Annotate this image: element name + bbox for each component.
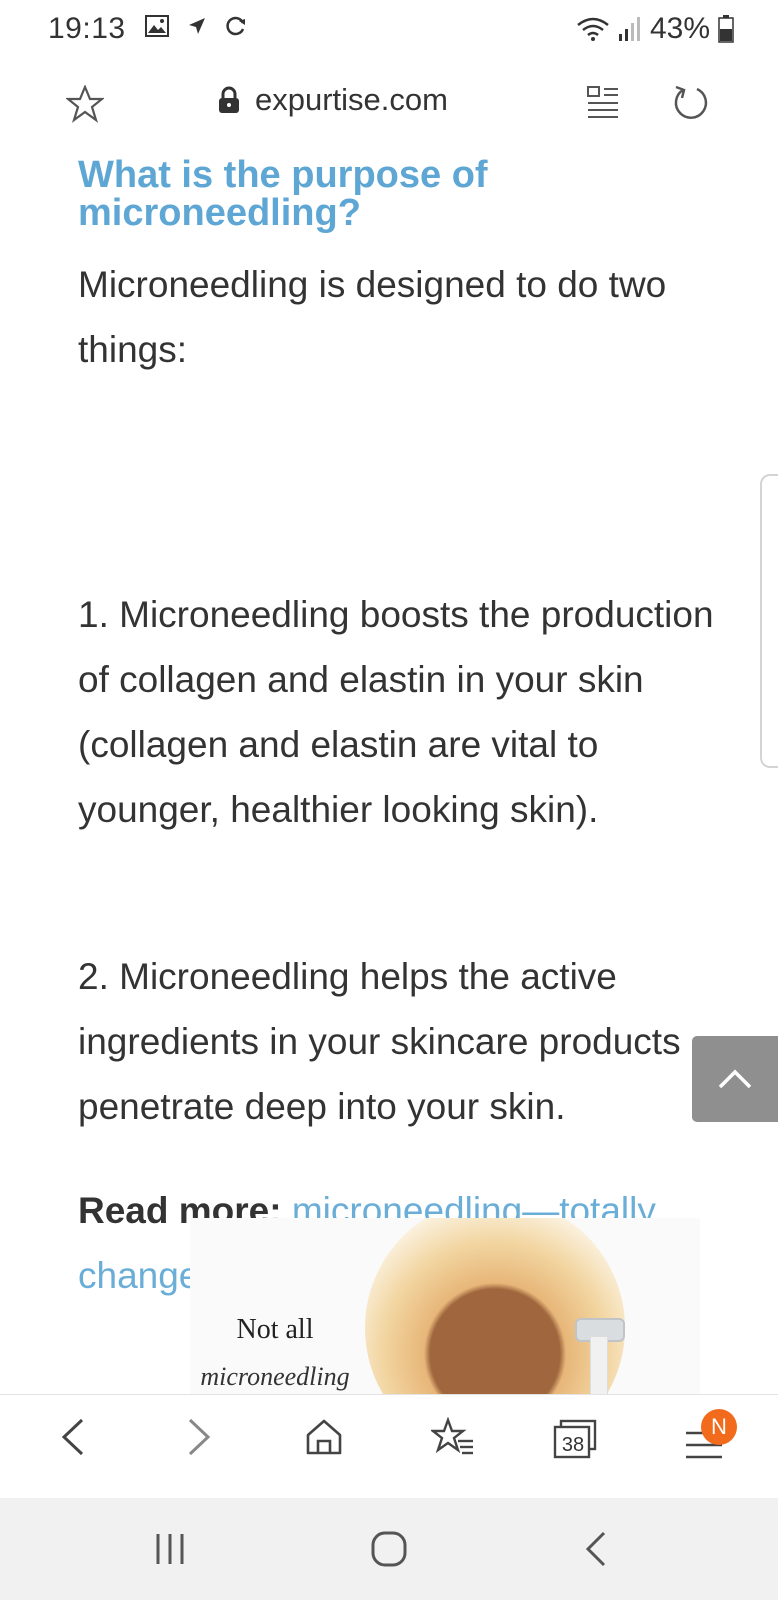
refresh-icon — [674, 85, 708, 119]
address-field[interactable]: expurtise.com — [217, 82, 448, 118]
url-bar: expurtise.com — [0, 56, 778, 155]
sync-icon — [226, 16, 245, 36]
system-back-button[interactable] — [584, 1530, 608, 1573]
bookmark-star-button[interactable] — [64, 84, 106, 128]
home-icon — [306, 1419, 342, 1455]
promo-face-image — [365, 1218, 625, 1394]
chevron-up-icon — [718, 1069, 752, 1089]
home-system-button[interactable] — [370, 1530, 408, 1573]
article-heading: What is the purpose of microneedling? — [78, 154, 488, 234]
back-button[interactable] — [60, 1417, 86, 1462]
promo-title: Not all — [236, 1314, 314, 1345]
browser-toolbar: 38 N — [0, 1394, 778, 1499]
image-icon — [145, 15, 169, 37]
reader-mode-icon — [587, 86, 618, 118]
notification-badge: N — [701, 1409, 737, 1445]
reader-mode-button[interactable] — [586, 84, 620, 125]
wifi-icon — [577, 17, 609, 41]
battery-percent: 43% — [649, 12, 710, 45]
refresh-button[interactable] — [671, 84, 709, 127]
back-chevron-icon — [585, 1531, 606, 1567]
tabs-button[interactable]: 38 — [553, 1419, 597, 1464]
derma-roller-handle — [590, 1336, 608, 1394]
status-bar: 19:13 43% — [0, 0, 778, 56]
bookmark-list-icon — [429, 1416, 473, 1455]
url-domain: expurtise.com — [255, 82, 448, 117]
battery-icon — [718, 15, 734, 43]
chevron-left-icon — [61, 1418, 84, 1456]
tab-count: 38 — [561, 1434, 585, 1456]
back-to-top-button[interactable] — [692, 1036, 778, 1122]
recent-apps-button[interactable] — [153, 1532, 187, 1571]
location-arrow-icon — [189, 18, 205, 34]
article-point-1: 1. Microneedling boosts the production o… — [78, 594, 714, 830]
promo-image[interactable]: Not all microneedling — [190, 1218, 700, 1394]
web-content: What is the purpose of microneedling? Mi… — [0, 154, 778, 1394]
system-nav-bar — [0, 1498, 778, 1600]
scroll-indicator[interactable] — [760, 474, 778, 768]
chevron-right-icon — [188, 1418, 211, 1456]
promo-subtitle: microneedling — [200, 1362, 350, 1391]
forward-button[interactable] — [186, 1417, 212, 1462]
article-intro: Microneedling is designed to do two thin… — [78, 264, 667, 370]
home-button[interactable] — [305, 1417, 343, 1462]
star-icon — [64, 84, 106, 123]
lock-icon — [219, 86, 239, 113]
signal-icon — [618, 17, 640, 41]
home-circle-icon — [371, 1531, 407, 1567]
recent-apps-icon — [156, 1534, 184, 1564]
status-time: 19:13 — [48, 12, 126, 45]
article-point-2: 2. Microneedling helps the active ingred… — [78, 956, 681, 1127]
status-notification-icons — [145, 15, 247, 37]
status-system-icons: 43% — [576, 12, 734, 46]
bookmarks-button[interactable] — [429, 1416, 475, 1462]
